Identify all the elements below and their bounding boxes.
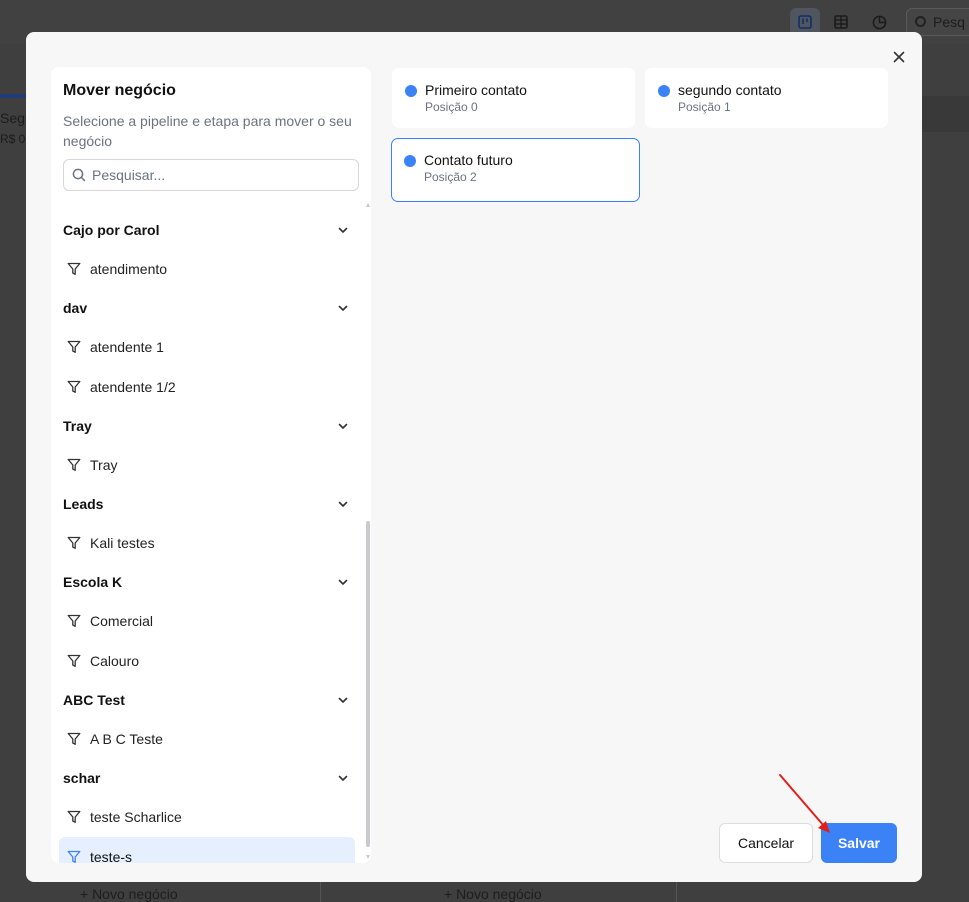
pipeline-group-header[interactable]: schar — [51, 759, 363, 797]
chevron-down-icon[interactable] — [337, 576, 349, 588]
column-total: R$ 0, — [0, 132, 29, 146]
stage-list-item[interactable]: atendimento — [59, 249, 355, 289]
new-deal-button[interactable]: + Novo negócio — [80, 886, 178, 902]
stage-name: Tray — [90, 457, 118, 473]
stage-card-position: Posição 2 — [424, 170, 477, 184]
search-input[interactable] — [92, 161, 352, 189]
stage-name: atendimento — [90, 261, 168, 277]
stage-card-position: Posição 0 — [425, 100, 478, 114]
close-icon — [893, 51, 905, 63]
chevron-down-icon[interactable] — [337, 694, 349, 706]
stage-card[interactable]: Contato futuro Posição 2 — [391, 138, 640, 202]
stage-list-item[interactable]: atendente 1 — [59, 327, 355, 367]
scroll-down-icon[interactable] — [366, 855, 370, 859]
stage-list-item[interactable]: Kali testes — [59, 523, 355, 563]
stage-card-position: Posição 1 — [678, 100, 731, 114]
pipeline-panel: Mover negócio Selecione a pipeline e eta… — [51, 67, 371, 863]
pipeline-name: Tray — [63, 418, 92, 434]
stage-card[interactable]: segundo contato Posição 1 — [645, 68, 888, 128]
stage-name: Comercial — [90, 613, 154, 629]
pipeline-group-header[interactable]: Tray — [51, 407, 363, 445]
pipeline-name: Escola K — [63, 574, 123, 590]
pipeline-group-header[interactable]: Leads — [51, 485, 363, 523]
stage-name: Kali testes — [90, 535, 155, 551]
search-icon — [72, 168, 86, 182]
scroll-up-icon[interactable] — [366, 203, 370, 207]
filter-icon — [67, 850, 81, 863]
pipeline-group-header[interactable]: Escola K — [51, 563, 363, 601]
filter-icon — [67, 458, 81, 472]
column-header-strip — [921, 96, 969, 132]
stage-list-item[interactable]: Comercial — [59, 601, 355, 641]
stage-card[interactable]: Primeiro contato Posição 0 — [392, 68, 635, 128]
filter-icon — [67, 732, 81, 746]
chevron-down-icon[interactable] — [337, 224, 349, 236]
filter-icon — [67, 654, 81, 668]
pipeline-name: schar — [63, 770, 101, 786]
stage-card-name: segundo contato — [678, 82, 782, 98]
stage-list-item[interactable]: Tray — [59, 445, 355, 485]
pipeline-name: dav — [63, 300, 88, 316]
pipeline-group-header[interactable]: Cajo por Carol — [51, 211, 363, 249]
new-deal-button[interactable]: + Novo negócio — [444, 886, 542, 902]
filter-icon — [67, 536, 81, 550]
pipeline-group-header[interactable]: dav — [51, 289, 363, 327]
filter-icon — [67, 614, 81, 628]
chevron-down-icon[interactable] — [337, 772, 349, 784]
stage-color-dot — [405, 85, 417, 97]
filter-icon — [67, 810, 81, 824]
pipeline-name: ABC Test — [63, 692, 125, 708]
close-button[interactable] — [887, 45, 911, 69]
scrollbar[interactable] — [365, 203, 371, 863]
column-divider — [320, 880, 321, 902]
stage-name: teste-s — [90, 849, 133, 863]
stage-name: teste Scharlice — [90, 809, 182, 825]
pipeline-search[interactable] — [63, 159, 359, 191]
save-button[interactable]: Salvar — [821, 823, 897, 863]
stage-name: atendente 1 — [90, 339, 164, 355]
column-divider — [676, 880, 677, 902]
stage-list-item[interactable]: atendente 1/2 — [59, 367, 355, 407]
scrollbar-thumb[interactable] — [366, 521, 370, 847]
filter-icon — [67, 262, 81, 276]
stage-name: atendente 1/2 — [90, 379, 176, 395]
stage-list-item[interactable]: Calouro — [59, 641, 355, 681]
stage-name: Calouro — [90, 653, 140, 669]
stage-card-name: Contato futuro — [424, 152, 513, 168]
stage-list-item[interactable]: A B C Teste — [59, 719, 355, 759]
filter-icon — [67, 380, 81, 394]
chevron-down-icon[interactable] — [337, 302, 349, 314]
stage-card-name: Primeiro contato — [425, 82, 527, 98]
pipeline-name: Cajo por Carol — [63, 222, 160, 238]
chevron-down-icon[interactable] — [337, 420, 349, 432]
pipeline-name: Leads — [63, 496, 104, 512]
stage-list-item[interactable]: teste-s — [59, 837, 355, 863]
pipeline-list: Cajo por Carol atendimento dav atendente 1 a… — [51, 211, 363, 863]
pipeline-group-header[interactable]: ABC Test — [51, 681, 363, 719]
column-indicator — [0, 94, 26, 98]
stage-color-dot — [404, 155, 416, 167]
cancel-button[interactable]: Cancelar — [719, 823, 813, 863]
search-icon — [915, 16, 926, 27]
move-deal-modal: Mover negócio Selecione a pipeline e eta… — [26, 32, 922, 882]
stage-name: A B C Teste — [90, 731, 163, 747]
stage-list-item[interactable]: teste Scharlice — [59, 797, 355, 837]
chevron-down-icon[interactable] — [337, 498, 349, 510]
modal-description: Selecione a pipeline e etapa para mover … — [63, 113, 352, 149]
modal-title: Mover negócio — [63, 82, 176, 99]
stage-color-dot — [658, 85, 670, 97]
filter-icon — [67, 340, 81, 354]
